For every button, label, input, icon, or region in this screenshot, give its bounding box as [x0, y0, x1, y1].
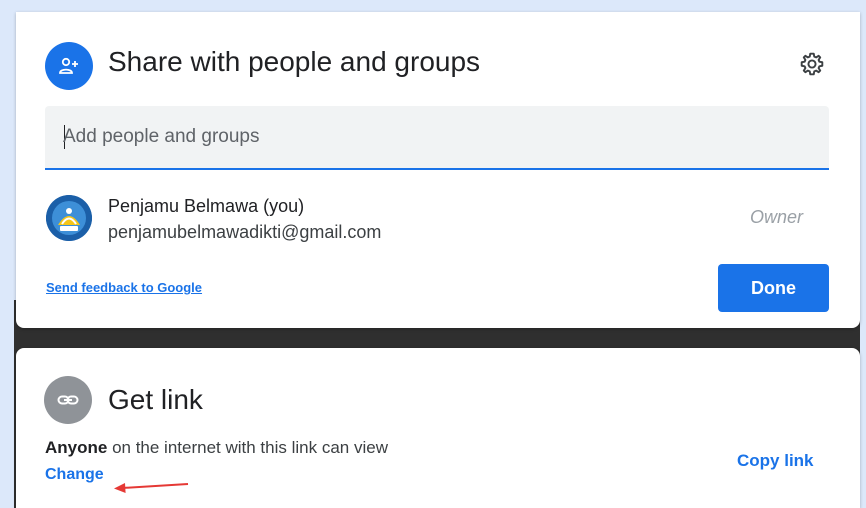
done-button[interactable]: Done	[718, 264, 829, 312]
red-arrow-annotation	[114, 483, 189, 493]
link-icon	[44, 376, 92, 424]
person-name: Penjamu Belmawa (you)	[108, 196, 305, 216]
copy-link-button[interactable]: Copy link	[737, 451, 814, 471]
role-label: Owner	[750, 207, 804, 227]
send-feedback-link[interactable]: Send feedback to Google	[46, 280, 202, 295]
access-details: on the internet with this link can view	[107, 438, 388, 457]
link-access-description: Anyone on the internet with this link ca…	[45, 438, 388, 458]
access-scope: Anyone	[45, 438, 108, 457]
change-access-link[interactable]: Change	[45, 466, 104, 484]
get-link-title: Get link	[108, 384, 203, 415]
avatar	[46, 195, 92, 241]
person-email: penjamubelmawadikti@gmail.com	[108, 222, 382, 242]
share-title: Share with people and groups	[108, 46, 481, 77]
person-add-icon	[45, 42, 93, 90]
share-dialog: Share with people and groups Penjamu Bel…	[16, 12, 860, 328]
add-people-field[interactable]	[45, 106, 829, 170]
gear-icon[interactable]	[798, 50, 826, 78]
add-people-input[interactable]	[63, 120, 803, 154]
